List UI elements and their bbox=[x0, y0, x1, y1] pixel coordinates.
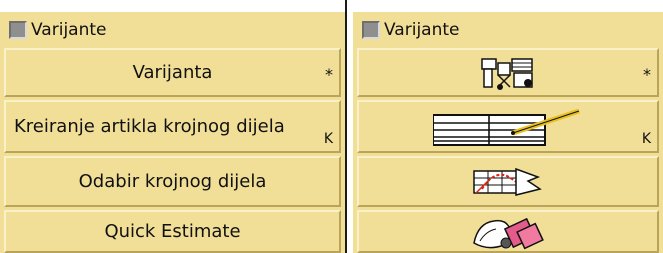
select-cut-part-button[interactable]: Odabir krojnog dijela bbox=[4, 156, 341, 207]
variant-machine-icon bbox=[481, 57, 533, 90]
quick-estimate-icon bbox=[473, 217, 544, 249]
select-cut-part-icon-button[interactable] bbox=[357, 156, 659, 207]
left-panel-header-label: Varijante bbox=[31, 20, 107, 40]
left-toolbar-panel: Varijante Varijanta * Kreiranje artikla … bbox=[0, 12, 345, 253]
variant-button[interactable]: Varijanta * bbox=[4, 48, 341, 97]
create-cut-part-article-label: Kreiranje artikla krojnog dijela bbox=[14, 116, 285, 137]
right-panel-header-label: Varijante bbox=[384, 20, 460, 40]
variant-button-label: Varijanta bbox=[132, 62, 213, 83]
left-panel-header[interactable]: Varijante bbox=[0, 12, 345, 48]
variants-toggle-checkbox-right[interactable] bbox=[362, 21, 380, 39]
table-grid-pencil-icon bbox=[433, 108, 580, 146]
variant-icon-shortcut: * bbox=[643, 65, 651, 84]
quick-estimate-button[interactable]: Quick Estimate bbox=[4, 210, 341, 253]
create-cut-part-article-icon-button[interactable]: K bbox=[357, 100, 659, 153]
quick-estimate-label: Quick Estimate bbox=[104, 221, 241, 242]
cut-part-select-icon bbox=[473, 167, 542, 196]
variant-icon-button[interactable]: * bbox=[357, 48, 659, 97]
panel-divider bbox=[345, 0, 353, 253]
right-panel-header[interactable]: Varijante bbox=[353, 12, 663, 48]
variants-toggle-checkbox[interactable] bbox=[9, 21, 27, 39]
create-cut-part-article-button[interactable]: Kreiranje artikla krojnog dijela K bbox=[4, 100, 341, 153]
select-cut-part-label: Odabir krojnog dijela bbox=[78, 171, 267, 192]
right-toolbar-panel: Varijante * K bbox=[353, 12, 663, 253]
toolbar-stage: Varijante Varijanta * Kreiranje artikla … bbox=[0, 0, 663, 253]
variant-shortcut: * bbox=[325, 65, 333, 84]
create-cut-part-article-icon-shortcut: K bbox=[641, 131, 651, 147]
create-cut-part-article-shortcut: K bbox=[323, 131, 333, 147]
quick-estimate-icon-button[interactable] bbox=[357, 210, 659, 253]
